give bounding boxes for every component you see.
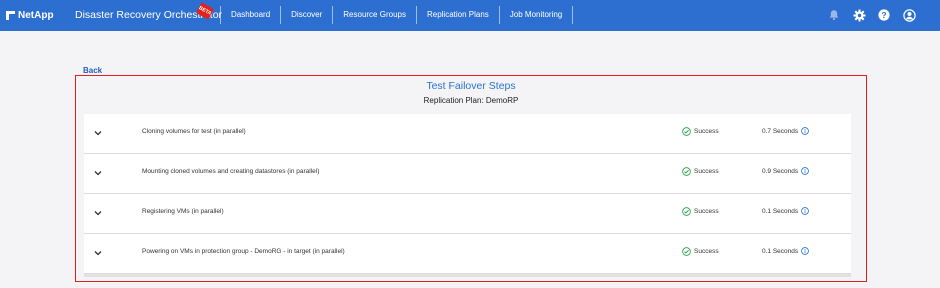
horizontal-scrollbar[interactable]: [84, 274, 851, 277]
step-duration: 0.1 Seconds: [762, 247, 809, 255]
chevron-down-icon[interactable]: [93, 248, 103, 258]
success-check-icon: [682, 167, 691, 176]
step-duration: 0.9 Seconds: [762, 167, 809, 175]
step-duration: 0.7 Seconds: [762, 127, 809, 135]
user-icon[interactable]: [902, 8, 916, 22]
svg-text:?: ?: [881, 10, 886, 20]
top-navigation-bar: NetApp Disaster Recovery Orchestrator BE…: [0, 0, 940, 31]
main-nav: Dashboard Discover Resource Groups Repli…: [220, 6, 574, 24]
replication-plan-label: Replication Plan: DemoRP: [423, 96, 519, 105]
success-check-icon: [682, 207, 691, 216]
step-status: Success: [682, 127, 719, 136]
success-check-icon: [682, 127, 691, 136]
step-row[interactable]: Mounting cloned volumes and creating dat…: [84, 154, 851, 194]
info-icon[interactable]: [801, 127, 809, 135]
step-row[interactable]: Cloning volumes for test (in parallel) S…: [84, 114, 851, 154]
chevron-down-icon[interactable]: [93, 168, 103, 178]
nav-job-monitoring[interactable]: Job Monitoring: [498, 6, 572, 24]
step-status: Success: [682, 247, 719, 256]
step-status-label: Success: [694, 208, 719, 215]
step-row[interactable]: Powering on VMs in protection group - De…: [84, 234, 851, 274]
step-duration: 0.1 Seconds: [762, 207, 809, 215]
info-icon[interactable]: [801, 207, 809, 215]
step-status-label: Success: [694, 128, 719, 135]
nav-divider: [572, 6, 574, 24]
netapp-logo[interactable]: NetApp: [6, 9, 54, 22]
help-icon[interactable]: ?: [877, 8, 891, 22]
nav-resource-groups[interactable]: Resource Groups: [332, 6, 416, 24]
step-name: Mounting cloned volumes and creating dat…: [142, 168, 320, 175]
step-status: Success: [682, 207, 719, 216]
step-name: Cloning volumes for test (in parallel): [142, 128, 246, 135]
test-failover-steps-section: Test Failover Steps Replication Plan: De…: [75, 75, 867, 282]
step-name: Powering on VMs in protection group - De…: [142, 248, 345, 255]
gear-icon[interactable]: [852, 8, 866, 22]
step-status-label: Success: [694, 168, 719, 175]
info-icon[interactable]: [801, 247, 809, 255]
brand-name: NetApp: [18, 10, 54, 21]
bell-icon[interactable]: [827, 8, 841, 22]
step-status-label: Success: [694, 248, 719, 255]
nav-dashboard[interactable]: Dashboard: [220, 6, 280, 24]
step-status: Success: [682, 167, 719, 176]
nav-replication-plans[interactable]: Replication Plans: [415, 6, 499, 24]
step-duration-value: 0.9 Seconds: [762, 167, 799, 175]
page-title: Test Failover Steps: [426, 80, 516, 92]
step-row[interactable]: Registering VMs (in parallel) Success 0.…: [84, 194, 851, 234]
info-icon[interactable]: [801, 167, 809, 175]
step-duration-value: 0.1 Seconds: [762, 247, 799, 255]
nav-discover[interactable]: Discover: [280, 6, 332, 24]
success-check-icon: [682, 247, 691, 256]
step-name: Registering VMs (in parallel): [142, 208, 224, 215]
chevron-down-icon[interactable]: [93, 128, 103, 138]
chevron-down-icon[interactable]: [93, 208, 103, 218]
back-link[interactable]: Back: [83, 66, 102, 75]
steps-list: Cloning volumes for test (in parallel) S…: [84, 114, 851, 277]
step-duration-value: 0.7 Seconds: [762, 127, 799, 135]
netapp-logo-mark: [6, 11, 15, 20]
step-duration-value: 0.1 Seconds: [762, 207, 799, 215]
